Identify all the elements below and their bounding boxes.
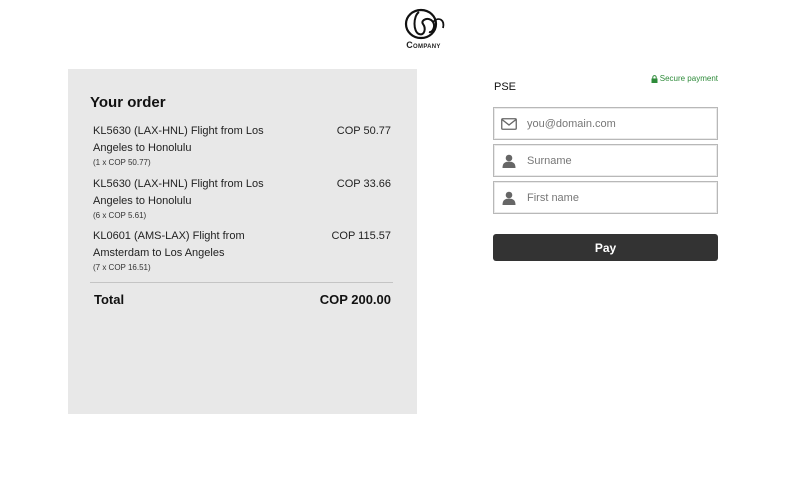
order-title: Your order [90, 94, 166, 111]
order-item-price: COP 115.57 [331, 230, 391, 242]
order-item-name: KL5630 (LAX-HNL) Flight from Los Angeles… [93, 125, 264, 154]
person-icon [494, 145, 524, 176]
order-item: KL5630 (LAX-HNL) Flight from Los Angeles… [93, 176, 393, 220]
order-item-name: KL5630 (LAX-HNL) Flight from Los Angeles… [93, 178, 264, 207]
secure-payment-label: Secure payment [659, 74, 718, 83]
email-field[interactable] [493, 107, 718, 140]
first-name-field[interactable] [493, 181, 718, 214]
order-summary-panel: Your order KL5630 (LAX-HNL) Flight from … [68, 69, 417, 414]
envelope-icon [494, 108, 524, 139]
payment-method-label: PSE [494, 81, 517, 93]
total-label: Total [94, 292, 125, 307]
lock-icon [651, 74, 658, 83]
logo-mark-icon [404, 8, 444, 40]
total-divider [90, 282, 393, 283]
secure-payment-badge: Secure payment [651, 74, 718, 83]
first-name-input[interactable] [527, 182, 707, 213]
logo-text: Company [406, 40, 441, 50]
surname-field[interactable] [493, 144, 718, 177]
pay-button[interactable]: Pay [493, 234, 718, 261]
order-item-price: COP 50.77 [336, 125, 391, 137]
order-item-price: COP 33.66 [336, 178, 391, 190]
person-icon [494, 182, 524, 213]
order-item-quantity: (1 x COP 50.77) [93, 158, 151, 167]
order-item-quantity: (7 x COP 16.51) [93, 263, 151, 272]
company-logo: Company [0, 6, 787, 50]
surname-input[interactable] [527, 145, 707, 176]
total-value: COP 200.00 [319, 292, 391, 307]
order-item: KL0601 (AMS-LAX) Flight from Amsterdam t… [93, 228, 393, 272]
order-item: KL5630 (LAX-HNL) Flight from Los Angeles… [93, 123, 393, 167]
order-item-name: KL0601 (AMS-LAX) Flight from Amsterdam t… [93, 230, 245, 259]
email-input[interactable] [527, 108, 707, 139]
order-item-quantity: (6 x COP 5.61) [93, 211, 147, 220]
